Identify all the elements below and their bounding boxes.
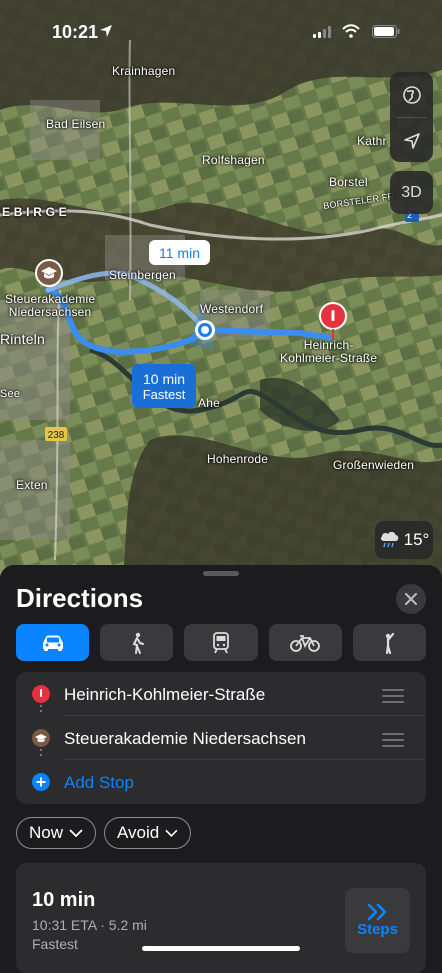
route-option-card[interactable]: 10 min 10:31 ETA · 5.2 mi Fastest Steps (16, 863, 426, 973)
status-bar: 10:21 (0, 18, 442, 48)
avoid-button[interactable]: Avoid (104, 817, 191, 849)
directions-sheet: Directions Heinrich-Kohlmeier-Straße Ste… (0, 565, 442, 973)
alt-route-time: 11 min (159, 244, 200, 261)
map-label-bad-eilsen: Bad Eilsen (46, 117, 106, 131)
weather-temperature: 15° (403, 530, 430, 549)
map-label-borstel: Borstel (329, 175, 368, 189)
map-label-hohenrode: Hohenrode (207, 452, 269, 466)
route-eta-distance: 10:31 ETA · 5.2 mi (32, 917, 147, 933)
map-label-rinteln: Rinteln (0, 331, 45, 347)
mode-ride-button[interactable] (352, 624, 427, 661)
map-label-destination: Heinrich- Kohlmeier-Straße (280, 338, 378, 365)
stop-origin[interactable]: Steuerakademie Niedersachsen (16, 716, 426, 760)
wifi-icon (342, 24, 360, 38)
steps-button[interactable]: Steps (345, 888, 410, 953)
double-chevron-right-icon (367, 903, 386, 921)
add-stop-button[interactable]: Add Stop (16, 760, 426, 804)
current-location-dot-icon (195, 320, 215, 340)
3d-toggle-button[interactable]: 3D (390, 171, 433, 214)
graduation-cap-marker-icon[interactable] (34, 258, 64, 288)
map-label-see: See (0, 388, 21, 400)
steps-label: Steps (357, 921, 398, 938)
now-label: Now (29, 823, 64, 842)
map-style-button[interactable] (390, 72, 433, 117)
map-view[interactable]: 238 10:21 Krainhagen Bad Eilsen Kathr Ro… (0, 0, 442, 600)
depart-time-button[interactable]: Now (16, 817, 96, 849)
map-label-exten: Exten (16, 478, 48, 492)
main-route-callout[interactable]: 10 min Fastest (132, 364, 196, 408)
close-button[interactable] (396, 584, 426, 614)
reorder-handle[interactable] (382, 689, 404, 707)
graduation-cap-icon (32, 729, 50, 747)
close-icon (405, 593, 417, 605)
3d-label: 3D (401, 183, 422, 201)
globe-icon (402, 85, 421, 104)
main-route-tag: Fastest (142, 386, 186, 402)
mode-drive-button[interactable] (16, 624, 90, 661)
transport-mode-selector (16, 624, 427, 661)
train-icon (213, 631, 229, 653)
stop-destination-label: Heinrich-Kohlmeier-Straße (64, 685, 266, 704)
route-tag: Fastest (32, 936, 78, 952)
stop-origin-label: Steuerakademie Niedersachsen (64, 729, 306, 748)
sheet-title: Directions (16, 583, 144, 613)
destination-pin-icon[interactable] (318, 302, 348, 342)
reorder-handle[interactable] (382, 733, 404, 751)
person-hailing-icon (386, 632, 395, 654)
map-label-steuerakademie: Steuerakademie Niedersachsen (5, 292, 96, 319)
alt-route-callout[interactable]: 11 min (149, 240, 210, 265)
location-arrow-outline-icon (403, 132, 420, 149)
route-duration: 10 min (32, 889, 96, 911)
stop-connector (40, 705, 42, 715)
bicycle-icon (290, 634, 321, 652)
map-controls (390, 72, 433, 162)
rain-cloud-icon (380, 531, 398, 548)
cellular-signal-icon (313, 26, 331, 38)
map-label-grossenwieden: Großenwieden (333, 458, 415, 472)
car-icon (42, 635, 63, 651)
home-indicator[interactable] (142, 946, 300, 951)
avoid-label: Avoid (117, 823, 160, 842)
chevron-down-icon (165, 829, 178, 837)
mode-walk-button[interactable] (100, 624, 174, 661)
mode-cycle-button[interactable] (268, 624, 342, 661)
stop-connector (40, 749, 42, 759)
map-label-krainhagen: Krainhagen (112, 64, 176, 78)
map-label-gebirge: E B I R G E (2, 205, 67, 219)
plus-circle-icon (32, 773, 50, 791)
add-stop-label: Add Stop (64, 773, 134, 792)
locate-me-button[interactable] (390, 118, 433, 163)
map-label-kathrinhagen: Kathr (357, 134, 387, 148)
road-238-shield: 238 (48, 430, 65, 441)
location-arrow-icon (100, 25, 112, 37)
main-route-time: 10 min (142, 370, 186, 387)
chevron-down-icon (69, 828, 83, 837)
map-label-rolfshagen: Rolfshagen (202, 153, 265, 167)
red-pin-icon (32, 685, 50, 703)
walking-icon (132, 632, 144, 654)
map-label-ahe: Ahe (198, 396, 220, 410)
route-stops-list: Heinrich-Kohlmeier-Straße Steuerakademie… (16, 672, 426, 804)
status-time: 10:21 (52, 22, 99, 42)
sheet-grabber[interactable] (203, 571, 239, 576)
mode-transit-button[interactable] (184, 624, 258, 661)
stop-destination[interactable]: Heinrich-Kohlmeier-Straße (16, 672, 426, 716)
weather-badge: 15° (375, 521, 433, 559)
battery-icon (372, 25, 400, 38)
map-label-westendorf: Westendorf (200, 302, 264, 316)
map-label-steinbergen: Steinbergen (109, 268, 176, 282)
